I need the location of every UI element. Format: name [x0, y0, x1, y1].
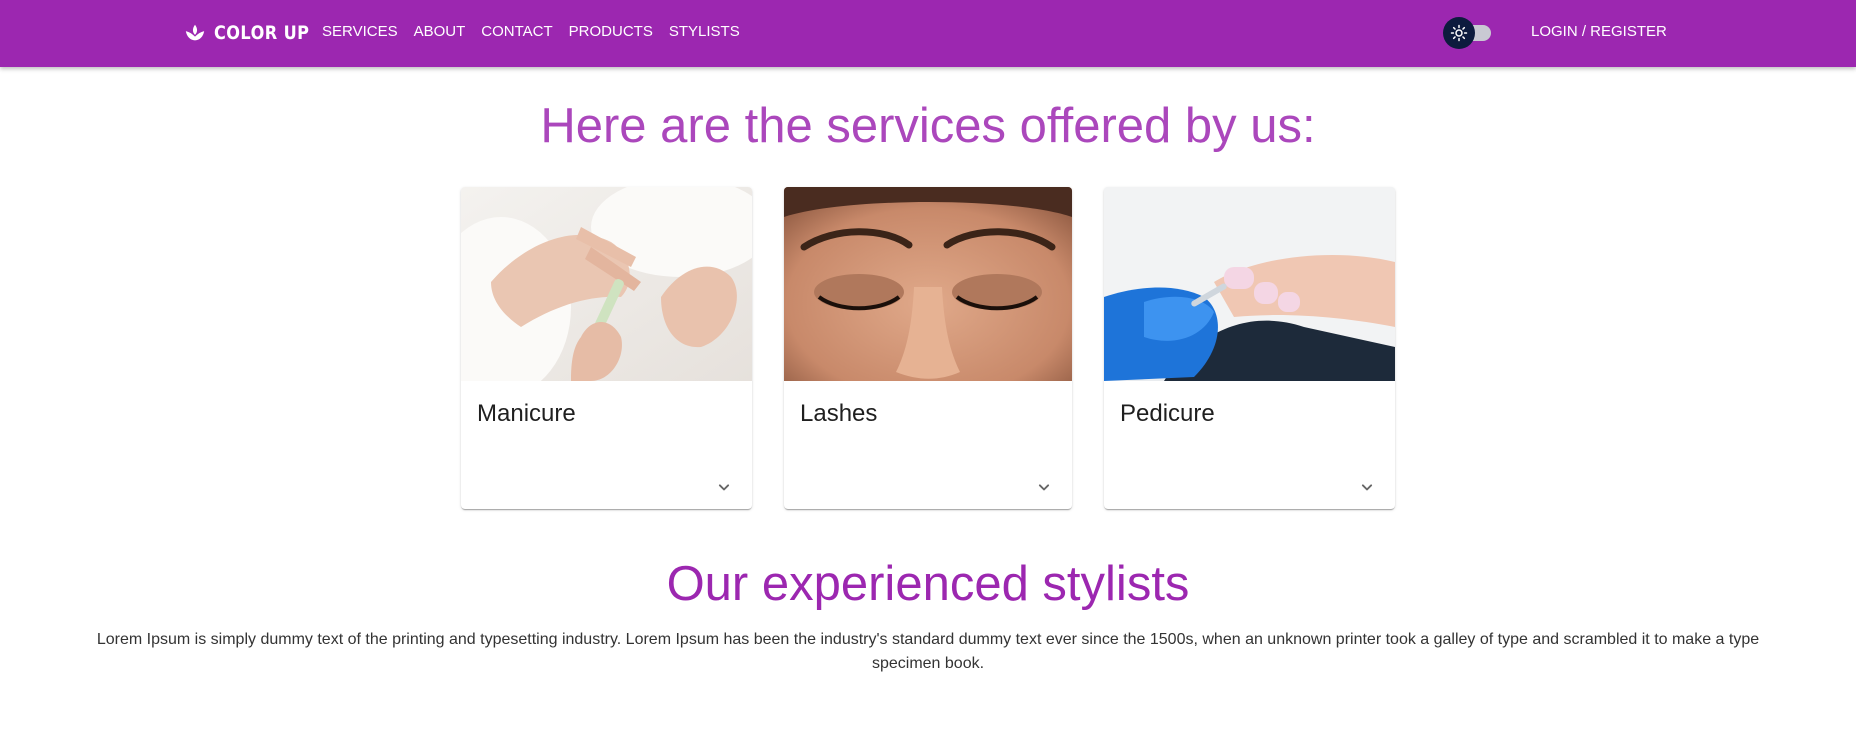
expand-button[interactable] [1024, 467, 1064, 507]
expand-button[interactable] [1347, 467, 1387, 507]
nav-about[interactable]: ABOUT [414, 21, 466, 43]
chevron-down-icon [1357, 477, 1377, 497]
nav-services[interactable]: SERVICES [322, 21, 398, 43]
login-register-link[interactable]: LOGIN / REGISTER [1531, 21, 1667, 43]
chevron-down-icon [1034, 477, 1054, 497]
service-card-manicure: Manicure [461, 187, 752, 509]
manicure-photo [461, 187, 752, 381]
brand-logo[interactable]: COLOR UP [184, 18, 326, 48]
card-title: Lashes [800, 400, 878, 427]
app-bar: COLOR UP SERVICES ABOUT CONTACT PRODUCTS… [0, 0, 1856, 67]
stylists-description: Lorem Ipsum is simply dummy text of the … [96, 631, 1760, 672]
nav-stylists[interactable]: STYLISTS [669, 21, 740, 43]
toggle-thumb [1443, 17, 1475, 49]
stylists-heading: Our experienced stylists [666, 557, 1190, 611]
services-heading: Here are the services offered by us: [540, 99, 1316, 153]
service-card-lashes: Lashes [784, 187, 1072, 509]
lotus-logo-icon [184, 22, 206, 44]
service-card-pedicure: Pedicure [1104, 187, 1395, 509]
expand-button[interactable] [704, 467, 744, 507]
sun-icon [1450, 24, 1468, 42]
theme-toggle-switch[interactable] [1443, 16, 1495, 50]
lashes-photo [784, 187, 1072, 381]
card-title: Pedicure [1120, 400, 1215, 427]
main-nav: SERVICES ABOUT CONTACT PRODUCTS STYLISTS [322, 21, 740, 43]
nav-contact[interactable]: CONTACT [481, 21, 552, 43]
card-title: Manicure [477, 400, 576, 427]
brand-name: COLOR UP [214, 22, 310, 44]
chevron-down-icon [714, 477, 734, 497]
nav-products[interactable]: PRODUCTS [569, 21, 653, 43]
pedicure-photo [1104, 187, 1395, 381]
